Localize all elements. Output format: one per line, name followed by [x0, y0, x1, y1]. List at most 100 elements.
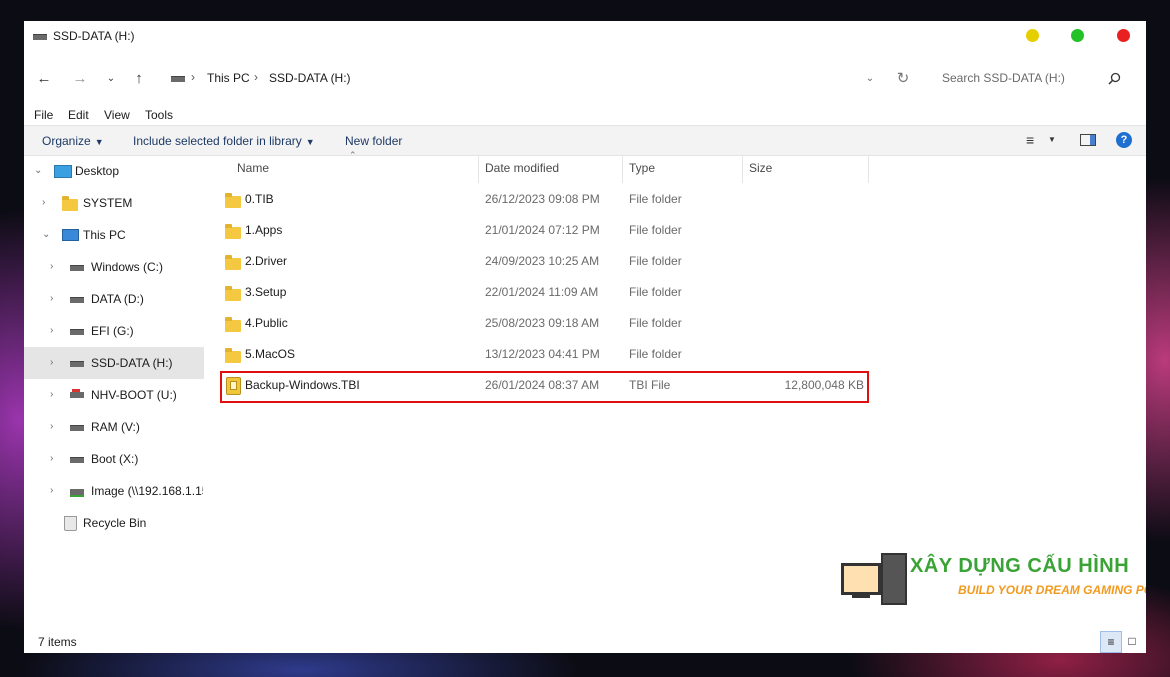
- folder-icon: [225, 224, 241, 239]
- file-type: File folder: [629, 285, 682, 299]
- drive-icon: [70, 457, 84, 463]
- caret-down-icon: ▼: [94, 137, 104, 147]
- include-in-library-button[interactable]: Include selected folder in library ▼: [133, 134, 315, 148]
- search-placeholder: Search SSD-DATA (H:): [942, 71, 1065, 85]
- refresh-button[interactable]: ↻: [892, 67, 914, 89]
- file-row[interactable]: 0.TIB 26/12/2023 09:08 PM File folder: [218, 184, 870, 215]
- file-row[interactable]: 2.Driver 24/09/2023 10:25 AM File folder: [218, 246, 870, 277]
- sidebar-item-label: Windows (C:): [91, 260, 164, 274]
- column-divider[interactable]: [478, 155, 479, 183]
- sidebar-item-ssd-data-h[interactable]: › SSD-DATA (H:): [24, 347, 204, 379]
- sidebar-item-label: SSD-DATA (H:): [91, 356, 173, 370]
- minimize-button[interactable]: [1026, 29, 1039, 42]
- large-icons-view-button[interactable]: □: [1122, 631, 1142, 651]
- watermark-subtitle: BUILD YOUR DREAM GAMING PC: [958, 583, 1146, 597]
- column-header-date[interactable]: Date modified: [485, 161, 559, 175]
- column-divider[interactable]: [622, 155, 623, 183]
- caret-down-icon[interactable]: ▼: [1048, 135, 1056, 144]
- recent-locations-dropdown[interactable]: ⌄: [100, 67, 122, 89]
- chevron-right-icon[interactable]: ›: [50, 389, 53, 400]
- menu-bar: File Edit View Tools: [24, 105, 1146, 125]
- sidebar-item-this-pc[interactable]: ⌄ This PC: [24, 219, 204, 251]
- breadcrumb-this-pc[interactable]: This PC: [207, 71, 250, 85]
- include-label: Include selected folder in library: [133, 134, 302, 148]
- monitor-logo-icon: [841, 563, 881, 595]
- sidebar-item-recycle-bin[interactable]: Recycle Bin: [24, 507, 204, 539]
- address-bar: ← → ⌄ ↑ › This PC › SSD-DATA (H:) ⌄ ↻ Se…: [24, 59, 1146, 97]
- view-options-icon[interactable]: ≡: [1026, 132, 1034, 148]
- menu-view[interactable]: View: [104, 108, 130, 122]
- column-header-row: ⌃ Name Date modified Type Size: [218, 150, 870, 183]
- sidebar-item-desktop[interactable]: ⌄ Desktop: [24, 155, 204, 187]
- sidebar-item-nhv-boot-u[interactable]: › NHV-BOOT (U:): [24, 379, 204, 411]
- chevron-right-icon[interactable]: ›: [50, 261, 53, 272]
- chevron-right-icon[interactable]: ›: [50, 293, 53, 304]
- menu-file[interactable]: File: [34, 108, 53, 122]
- details-view-button[interactable]: ≡: [1100, 631, 1122, 653]
- file-name: 0.TIB: [245, 192, 274, 206]
- file-row[interactable]: 3.Setup 22/01/2024 11:09 AM File folder: [218, 277, 870, 308]
- column-divider[interactable]: [868, 155, 869, 183]
- menu-tools[interactable]: Tools: [145, 108, 173, 122]
- file-name: 4.Public: [245, 316, 288, 330]
- organize-button[interactable]: Organize ▼: [42, 134, 104, 148]
- watermark-logo: XÂY DỰNG CẤU HÌNH BUILD YOUR DREAM GAMIN…: [839, 551, 1146, 607]
- sort-ascending-icon: ⌃: [349, 150, 357, 160]
- sidebar-item-label: NHV-BOOT (U:): [91, 388, 177, 402]
- drive-icon: [70, 361, 84, 367]
- sidebar-item-label: DATA (D:): [91, 292, 144, 306]
- chevron-right-icon[interactable]: ›: [50, 453, 53, 464]
- back-button[interactable]: ←: [33, 67, 55, 89]
- sidebar-item-ram-v[interactable]: › RAM (V:): [24, 411, 204, 443]
- column-divider[interactable]: [742, 155, 743, 183]
- up-button[interactable]: ↑: [128, 67, 150, 89]
- maximize-button[interactable]: [1071, 29, 1084, 42]
- caret-down-icon: ▼: [305, 137, 315, 147]
- sidebar-item-label: SYSTEM: [83, 196, 133, 210]
- sidebar-item-system[interactable]: › SYSTEM: [24, 187, 204, 219]
- navigation-pane: ⌄ Desktop › SYSTEM ⌄ This PC › Windows (…: [24, 155, 204, 630]
- drive-icon: [171, 76, 185, 82]
- sidebar-item-data-d[interactable]: › DATA (D:): [24, 283, 204, 315]
- this-pc-icon: [62, 229, 79, 241]
- chevron-down-icon[interactable]: ⌄: [34, 165, 42, 176]
- column-header-type[interactable]: Type: [629, 161, 655, 175]
- breadcrumb-ssd-data[interactable]: SSD-DATA (H:): [269, 71, 351, 85]
- sidebar-item-windows-c[interactable]: › Windows (C:): [24, 251, 204, 283]
- file-row[interactable]: 4.Public 25/08/2023 09:18 AM File folder: [218, 308, 870, 339]
- highlight-box: [220, 371, 869, 403]
- breadcrumb-separator: ›: [254, 70, 258, 84]
- chevron-down-icon[interactable]: ⌄: [42, 229, 50, 240]
- file-row[interactable]: 5.MacOS 13/12/2023 04:41 PM File folder: [218, 339, 870, 370]
- sidebar-item-efi-g[interactable]: › EFI (G:): [24, 315, 204, 347]
- forward-button[interactable]: →: [69, 67, 91, 89]
- file-name: 1.Apps: [245, 223, 283, 237]
- column-header-name[interactable]: Name: [237, 161, 269, 175]
- file-row[interactable]: 1.Apps 21/01/2024 07:12 PM File folder: [218, 215, 870, 246]
- sidebar-item-boot-x[interactable]: › Boot (X:): [24, 443, 204, 475]
- search-icon[interactable]: [1108, 72, 1121, 85]
- sidebar-item-label: EFI (G:): [91, 324, 134, 338]
- preview-pane-icon[interactable]: [1080, 134, 1096, 146]
- column-header-size[interactable]: Size: [749, 161, 772, 175]
- chevron-right-icon[interactable]: ›: [50, 357, 53, 368]
- close-button[interactable]: [1117, 29, 1130, 42]
- chevron-right-icon[interactable]: ›: [42, 197, 45, 208]
- file-date: 25/08/2023 09:18 AM: [485, 316, 600, 330]
- help-icon[interactable]: ?: [1116, 132, 1132, 148]
- menu-edit[interactable]: Edit: [68, 108, 89, 122]
- search-box[interactable]: Search SSD-DATA (H:): [932, 63, 1132, 93]
- drive-icon: [70, 329, 84, 335]
- chevron-right-icon[interactable]: ›: [50, 421, 53, 432]
- organize-label: Organize: [42, 134, 91, 148]
- sidebar-item-image-network[interactable]: › Image (\\192.168.1.15: [24, 475, 204, 507]
- chevron-right-icon[interactable]: ›: [50, 325, 53, 336]
- address-history-dropdown[interactable]: ⌄: [859, 67, 881, 89]
- sidebar-item-label: RAM (V:): [91, 420, 140, 434]
- file-explorer-window: SSD-DATA (H:) ← → ⌄ ↑ › This PC › SSD-DA…: [24, 21, 1146, 653]
- breadcrumb-separator: ›: [191, 70, 195, 84]
- desktop-icon: [54, 165, 72, 178]
- chevron-right-icon[interactable]: ›: [50, 485, 53, 496]
- new-folder-button[interactable]: New folder: [345, 134, 402, 148]
- drive-icon: [70, 265, 84, 271]
